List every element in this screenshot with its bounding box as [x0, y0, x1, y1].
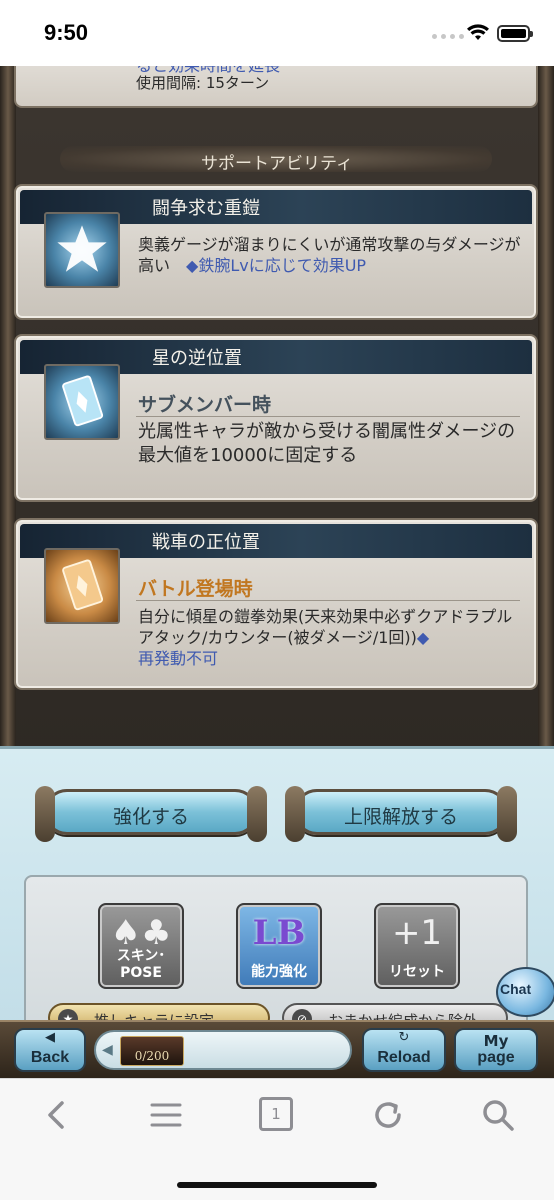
back-arrow-icon: ◀ [45, 1030, 55, 1045]
enhance-button[interactable]: 強化する [35, 786, 267, 842]
ability-description: 自分に傾星の鎧拳効果(天来効果中必ずクアドラプルアタック/カウンター(被ダメージ… [138, 606, 522, 669]
ability-name: 星の逆位置 [152, 348, 242, 369]
support-ability-heading: サポートアビリティ [201, 154, 353, 174]
support-ability-card[interactable]: 星の逆位置 サブメンバー時 光属性キャラが敵から受ける闇属性ダメージの最大値を1… [14, 334, 538, 502]
reset-button[interactable]: +1 リセット [374, 903, 460, 989]
progress-count: 0/200 [134, 1049, 170, 1063]
back-chevron-icon[interactable] [36, 1095, 76, 1135]
reader-menu-icon[interactable] [146, 1095, 186, 1135]
ability-condition: サブメンバー時 [138, 394, 272, 416]
item-progress[interactable]: ◀ 0/200 [94, 1030, 352, 1070]
ability-description-text: 自分に傾星の鎧拳効果(天来効果中必ずクアドラプルアタック/カウンター(被ダメージ… [138, 607, 513, 647]
skill-cooldown: 使用間隔: 15ターン [136, 74, 270, 92]
ability-note: ◆ [416, 628, 430, 647]
reload-page-icon[interactable] [368, 1095, 408, 1135]
lb-enhance-button[interactable]: LB 能力強化 [236, 903, 322, 989]
tarot-card-orange-icon [44, 548, 120, 624]
mypage-label-line1: My [483, 1032, 509, 1050]
ability-description: 光属性キャラが敵から受ける闇属性ダメージの最大値を10000に固定する [138, 421, 516, 466]
battery-icon [497, 25, 533, 42]
divider [136, 416, 520, 417]
skin-pose-button[interactable]: ♠♣ スキン･POSE [98, 903, 184, 989]
ability-note: ◆鉄腕Lvに応じて効果UP [186, 256, 367, 275]
reset-disc-icon: +1 [391, 913, 443, 953]
progress-left-arrow-icon: ◀ [102, 1042, 113, 1058]
tabs-button[interactable]: 1 [259, 1097, 293, 1131]
ability-description: 奥義ゲージが溜まりにくいが通常攻撃の与ダメージが高い ◆鉄腕Lvに応じて効果UP [138, 234, 522, 276]
support-ability-card[interactable]: 闘争求む重鎧 奥義ゲージが溜まりにくいが通常攻撃の与ダメージが高い ◆鉄腕Lvに… [14, 184, 538, 320]
star-icon [44, 212, 120, 288]
back-button[interactable]: ◀ Back [14, 1028, 86, 1072]
skin-pose-label: スキン･POSE [116, 948, 166, 981]
item-thumbnail: 0/200 [120, 1036, 184, 1066]
status-bar: 9:50 [0, 0, 554, 66]
cellular-signal-icon [432, 34, 464, 39]
ability-name: 戦車の正位置 [152, 532, 260, 553]
limit-break-button[interactable]: 上限解放する [285, 786, 517, 842]
mypage-label-line2: page [477, 1049, 515, 1066]
reload-button[interactable]: ↻ Reload [362, 1028, 446, 1072]
enhance-label: 強化する [112, 806, 189, 828]
chat-label: Chat [500, 981, 532, 997]
wifi-icon [467, 24, 489, 40]
reload-label: Reload [377, 1049, 431, 1066]
reset-label: リセット [389, 964, 445, 980]
status-time: 9:50 [44, 20, 89, 45]
search-icon[interactable] [478, 1095, 518, 1135]
game-footer-nav: ◀ Back ◀ 0/200 ↻ Reload My page [0, 1020, 554, 1078]
divider [136, 600, 520, 601]
reload-icon: ↻ [398, 1030, 410, 1045]
ability-name: 闘争求む重鎧 [152, 198, 260, 219]
skill-card-partial: ると効果時間を延長 使用間隔: 15ターン [14, 66, 538, 108]
lb-icon: LB [252, 913, 306, 953]
lb-label: 能力強化 [251, 964, 307, 980]
ability-condition: バトル登場時 [138, 578, 253, 600]
limit-break-label: 上限解放する [343, 806, 458, 828]
tarot-card-blue-icon [44, 364, 120, 440]
mypage-button[interactable]: My page [454, 1028, 538, 1072]
ability-note-no-retrigger: 再発動不可 [138, 649, 219, 668]
support-ability-card[interactable]: 戦車の正位置 バトル登場時 自分に傾星の鎧拳効果(天来効果中必ずクアドラプルアタ… [14, 518, 538, 690]
home-indicator [177, 1182, 377, 1188]
back-label: Back [30, 1049, 70, 1066]
game-viewport: ると効果時間を延長 使用間隔: 15ターン サポートアビリティ 闘争求む重鎧 奥… [0, 66, 554, 1078]
